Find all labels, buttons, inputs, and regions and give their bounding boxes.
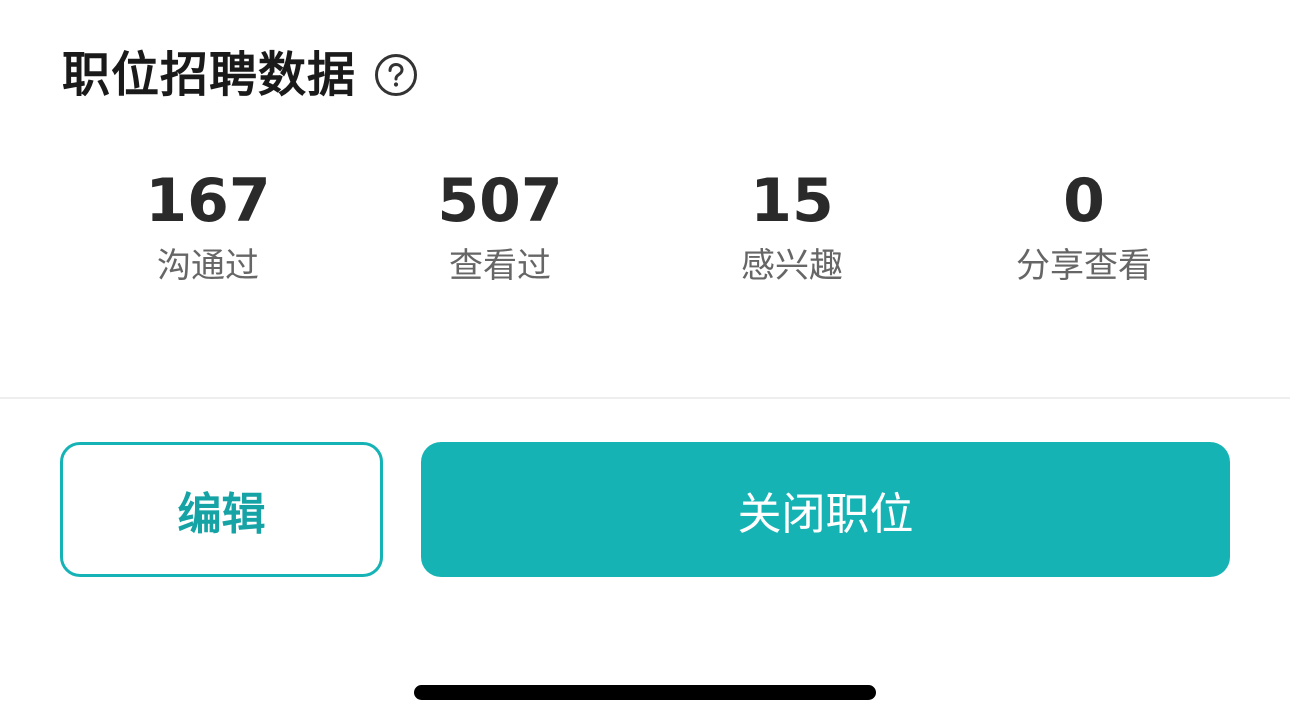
stat-viewed[interactable]: 507 查看过 <box>354 162 646 290</box>
stat-value: 0 <box>1063 166 1105 236</box>
edit-button[interactable]: 编辑 <box>60 442 383 577</box>
divider <box>0 397 1290 399</box>
section-title: 职位招聘数据 <box>62 47 357 103</box>
home-indicator[interactable] <box>414 685 876 700</box>
close-position-button[interactable]: 关闭职位 <box>421 442 1230 577</box>
stat-interested[interactable]: 15 感兴趣 <box>646 162 938 290</box>
stat-label: 分享查看 <box>1016 246 1152 286</box>
action-bar: 编辑 关闭职位 <box>60 442 1230 577</box>
stats-row: 167 沟通过 507 查看过 15 感兴趣 0 分享查看 <box>62 162 1230 290</box>
stat-label: 查看过 <box>449 246 551 286</box>
stat-label: 沟通过 <box>157 246 259 286</box>
stat-value: 507 <box>437 166 563 236</box>
stat-value: 167 <box>145 166 271 236</box>
stat-communicated[interactable]: 167 沟通过 <box>62 162 354 290</box>
recruitment-data-header: 职位招聘数据 <box>62 42 418 108</box>
stat-label: 感兴趣 <box>741 246 843 286</box>
stat-share-views[interactable]: 0 分享查看 <box>938 162 1230 290</box>
stat-value: 15 <box>750 166 834 236</box>
question-circle-icon-graphic <box>375 54 418 96</box>
question-circle-icon[interactable] <box>374 53 418 97</box>
